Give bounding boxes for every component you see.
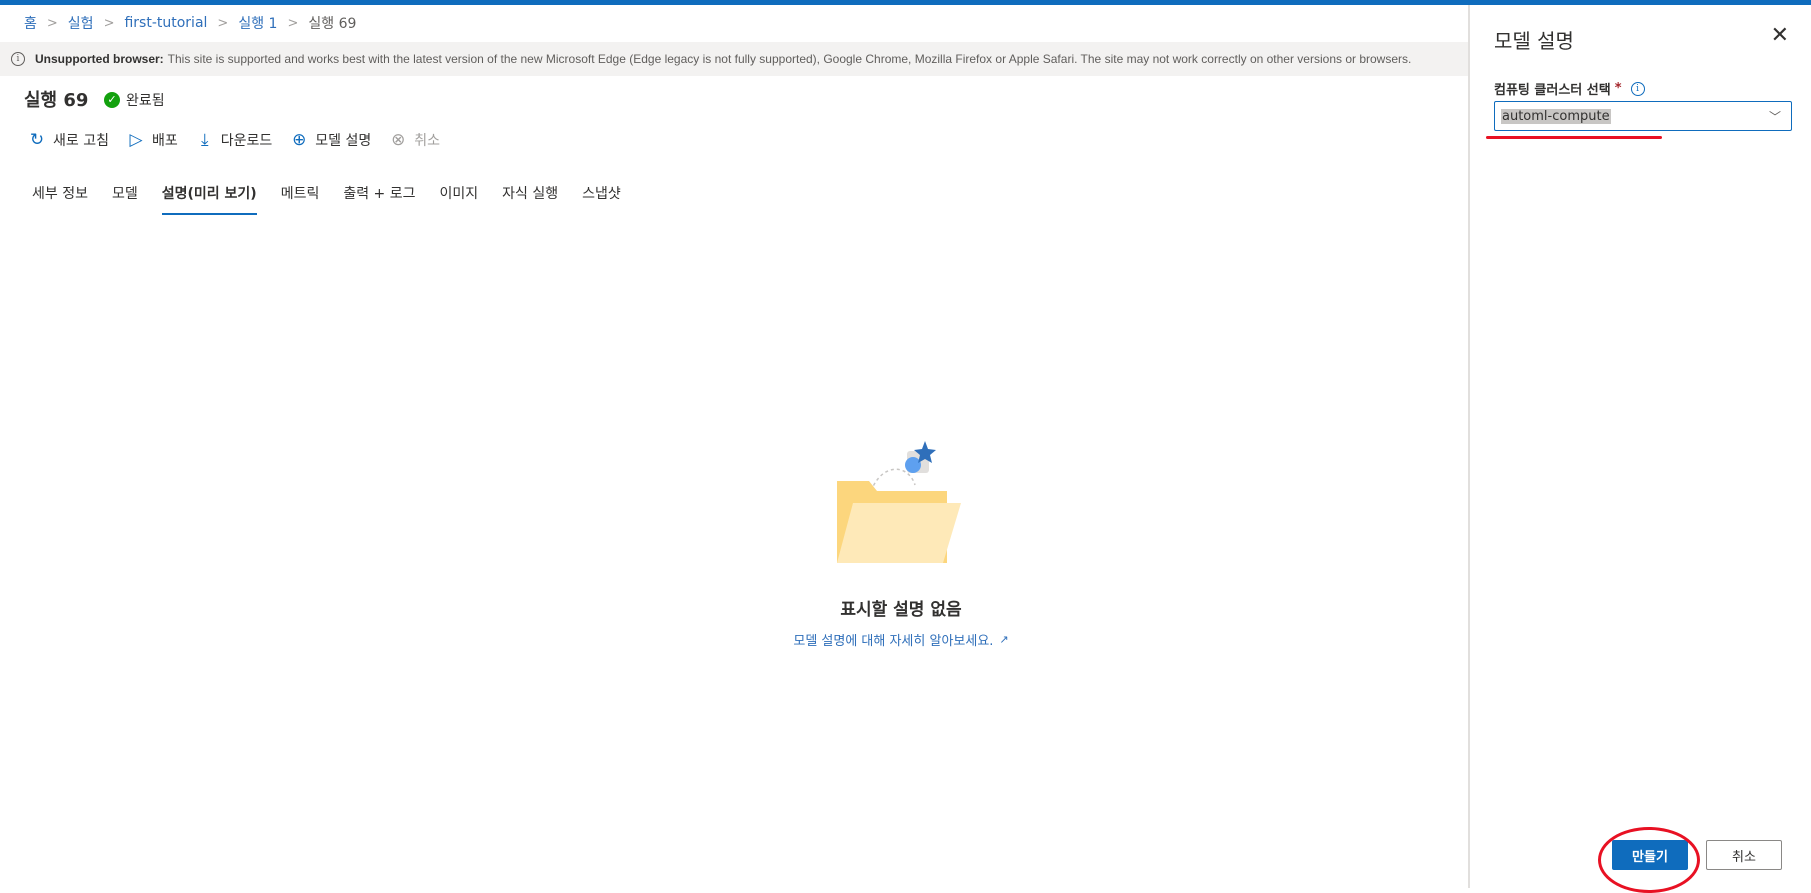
cancel-button[interactable]: 취소	[1706, 840, 1782, 870]
checkmark-circle-icon: ✓	[104, 92, 120, 108]
breadcrumb-parent-run[interactable]: 실행 1	[238, 13, 277, 33]
cancel-run-button[interactable]: ⊗ 취소	[389, 130, 440, 150]
create-button[interactable]: 만들기	[1612, 840, 1688, 870]
download-icon: ⤓	[200, 130, 209, 150]
status-badge: ✓ 완료됨	[104, 90, 165, 110]
explain-model-panel: 모델 설명 ✕ 컴퓨팅 클러스터 선택 * i automl-compute ﹀…	[1470, 5, 1811, 893]
chevron-right-icon: >	[287, 15, 299, 31]
annotation-underline	[1486, 136, 1662, 139]
refresh-icon: ↻	[29, 130, 45, 150]
download-label: 다운로드	[220, 133, 273, 149]
tab-details[interactable]: 세부 정보	[32, 183, 88, 215]
deploy-label: 배포	[151, 133, 178, 149]
page-title: 실행 69	[24, 90, 89, 111]
banner-title: Unsupported browser:	[35, 52, 164, 66]
zoom-in-icon: ⊕	[292, 130, 307, 150]
tab-bar: 세부 정보 모델 설명(미리 보기) 메트릭 출력 + 로그 이미지 자식 실행…	[32, 183, 645, 215]
required-indicator: *	[1614, 81, 1622, 96]
info-icon[interactable]: i	[1630, 81, 1645, 96]
learn-more-text: 모델 설명에 대해 자세히 알아보세요.	[793, 634, 994, 649]
panel-title: 모델 설명	[1494, 29, 1574, 53]
main-content: 홈 > 실험 > first-tutorial > 실행 1 > 실행 69 i…	[0, 5, 1468, 888]
deploy-button[interactable]: ▷ 배포	[127, 130, 178, 150]
empty-state: 표시할 설명 없음 모델 설명에 대해 자세히 알아보세요. ↗	[768, 435, 1034, 649]
banner-text: This site is supported and works best wi…	[167, 52, 1412, 66]
chevron-down-icon: ﹀	[1768, 109, 1781, 124]
breadcrumb-home[interactable]: 홈	[24, 13, 37, 33]
unsupported-browser-banner: i Unsupported browser: This site is supp…	[0, 42, 1468, 76]
status-text: 완료됨	[126, 93, 165, 109]
close-icon[interactable]: ✕	[1771, 23, 1789, 48]
learn-more-link[interactable]: 모델 설명에 대해 자세히 알아보세요. ↗	[793, 630, 1008, 649]
compute-cluster-dropdown[interactable]: automl-compute ﹀	[1494, 101, 1792, 131]
breadcrumb-experiment[interactable]: first-tutorial	[124, 15, 207, 31]
tab-outputs-logs[interactable]: 출력 + 로그	[343, 183, 415, 215]
tab-models[interactable]: 모델	[112, 183, 138, 215]
tab-child-runs[interactable]: 자식 실행	[502, 183, 558, 215]
info-icon: i	[11, 52, 25, 66]
refresh-label: 새로 고침	[53, 133, 109, 149]
compute-cluster-label: 컴퓨팅 클러스터 선택 * i	[1494, 79, 1645, 98]
chevron-right-icon: >	[46, 15, 58, 31]
compute-cluster-value: automl-compute	[1501, 108, 1611, 124]
tab-metrics[interactable]: 메트릭	[281, 183, 320, 215]
empty-state-title: 표시할 설명 없음	[840, 600, 962, 620]
refresh-button[interactable]: ↻ 새로 고침	[28, 130, 109, 150]
play-icon: ▷	[129, 130, 143, 150]
cancel-run-label: 취소	[414, 133, 441, 149]
chevron-right-icon: >	[217, 15, 229, 31]
external-link-icon: ↗	[999, 633, 1009, 646]
compute-cluster-label-text: 컴퓨팅 클러스터 선택	[1494, 83, 1611, 98]
explain-model-button[interactable]: ⊕ 모델 설명	[290, 130, 371, 150]
breadcrumb-experiments[interactable]: 실험	[68, 13, 94, 33]
tab-images[interactable]: 이미지	[440, 183, 479, 215]
toolbar: ↻ 새로 고침 ▷ 배포 ⤓ 다운로드 ⊕ 모델 설명 ⊗ 취소	[28, 130, 458, 150]
download-button[interactable]: ⤓ 다운로드	[196, 130, 273, 150]
breadcrumb-current-run: 실행 69	[308, 16, 357, 32]
chevron-right-icon: >	[103, 15, 115, 31]
empty-folder-icon	[837, 441, 961, 563]
breadcrumb: 홈 > 실험 > first-tutorial > 실행 1 > 실행 69	[24, 13, 356, 33]
tab-explanations[interactable]: 설명(미리 보기)	[161, 183, 257, 215]
cancel-icon: ⊗	[391, 130, 406, 150]
tab-snapshot[interactable]: 스냅샷	[582, 183, 621, 215]
explain-model-label: 모델 설명	[315, 133, 372, 149]
